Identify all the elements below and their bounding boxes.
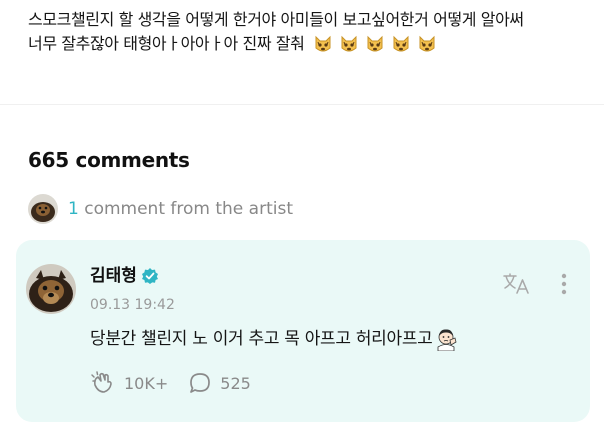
more-vertical-icon xyxy=(561,273,567,295)
artist-comment-count: 1 xyxy=(68,199,79,219)
pomeranian-avatar-image xyxy=(26,264,76,314)
post-line-2: 너무 잘추잖아 태형아ㅏ아아ㅏ아 진짜 잘춰 xyxy=(28,32,588,56)
comment-timestamp: 09.13 19:42 xyxy=(90,297,175,313)
comment-body: 당분간 챌린지 노 이거 추고 목 아프고 허리아프고 xyxy=(90,326,459,352)
artist-comment-card: 김태형 09.13 19:42 당분간 챌린지 노 이거 추고 목 아프고 허리… xyxy=(16,240,590,422)
more-options-button[interactable] xyxy=(554,270,574,298)
artist-comment-text: 1 comment from the artist xyxy=(68,199,293,219)
artist-comment-label: comment from the artist xyxy=(84,199,293,219)
section-divider xyxy=(0,104,604,105)
crying-cat-icon xyxy=(315,35,331,52)
like-button[interactable]: 10K+ xyxy=(90,370,168,396)
author-name[interactable]: 김태형 xyxy=(90,264,137,288)
comment-body-text: 당분간 챌린지 노 이거 추고 목 아프고 허리아프고 xyxy=(90,329,433,349)
comment-actions: 10K+ 525 xyxy=(90,370,251,396)
author-row: 김태형 xyxy=(90,264,159,288)
speech-bubble-icon xyxy=(190,373,211,393)
artist-mini-avatar xyxy=(28,194,58,224)
translate-button[interactable] xyxy=(502,272,532,296)
comments-count-heading: 665 comments xyxy=(28,148,190,172)
artist-comment-filter[interactable]: 1 comment from the artist xyxy=(28,194,293,224)
post-text: 스모크챌린지 할 생각을 어떻게 한거야 아미들이 보고싶어한거 어떻게 알아써… xyxy=(28,8,588,56)
reply-count: 525 xyxy=(220,373,251,393)
face-with-hand-icon xyxy=(437,329,456,351)
post-line-2-text: 너무 잘추잖아 태형아ㅏ아아ㅏ아 진짜 잘춰 xyxy=(28,34,305,53)
cheering-hand-icon xyxy=(91,371,112,393)
post-line-1-text: 스모크챌린지 할 생각을 어떻게 한거야 아미들이 보고싶어한거 어떻게 알아써 xyxy=(28,10,524,29)
like-count: 10K+ xyxy=(124,373,169,393)
crying-cat-icon xyxy=(393,35,409,52)
verified-check-icon xyxy=(141,268,158,284)
translate-icon xyxy=(503,273,529,294)
reply-button[interactable]: 525 xyxy=(188,371,251,395)
author-avatar[interactable] xyxy=(26,264,76,314)
emoji-row xyxy=(313,34,437,54)
crying-cat-icon xyxy=(419,35,435,52)
post-line-1: 스모크챌린지 할 생각을 어떻게 한거야 아미들이 보고싶어한거 어떻게 알아써 xyxy=(28,8,588,32)
crying-cat-icon xyxy=(341,35,357,52)
crying-cat-icon xyxy=(367,35,383,52)
